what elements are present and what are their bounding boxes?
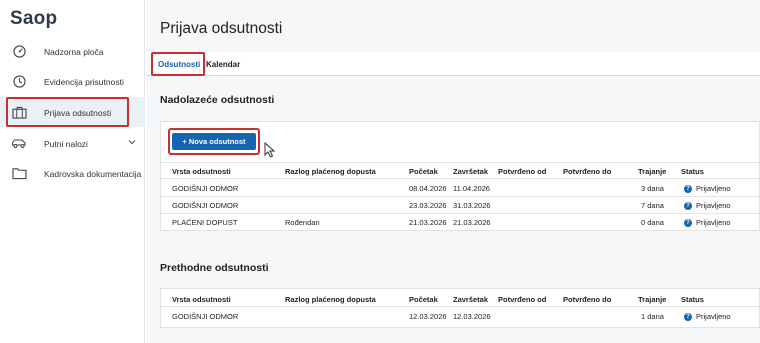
table-divider bbox=[160, 196, 760, 197]
cell-end: 12.03.2026 bbox=[453, 312, 491, 321]
header-reason: Razlog plaćenog dopusta bbox=[285, 295, 376, 304]
cell-start: 23.03.2026 bbox=[409, 201, 447, 210]
tab-kalendar[interactable]: Kalendar bbox=[206, 60, 240, 69]
header-type: Vrsta odsutnosti bbox=[172, 295, 231, 304]
cell-type: GODIŠNJI ODMOR bbox=[172, 201, 239, 210]
cell-end: 31.03.2026 bbox=[453, 201, 491, 210]
question-icon: ? bbox=[684, 312, 692, 321]
sidebar-item-label: Putni nalozi bbox=[44, 139, 88, 149]
status-badge: ? Prijavljeno bbox=[684, 201, 731, 210]
header-end: Završetak bbox=[453, 167, 489, 176]
tab-bar: Odsutnosti Kalendar bbox=[146, 52, 760, 76]
table-divider bbox=[160, 162, 760, 163]
car-icon bbox=[11, 135, 27, 151]
table-divider bbox=[160, 213, 760, 214]
previous-section-title: Prethodne odsutnosti bbox=[160, 262, 269, 274]
header-confirmed-to: Potvrđeno do bbox=[563, 295, 612, 304]
cell-start: 12.03.2026 bbox=[409, 312, 447, 321]
header-duration: Trajanje bbox=[638, 167, 667, 176]
cell-start: 21.03.2026 bbox=[409, 218, 447, 227]
upcoming-section-title: Nadolazeće odsutnosti bbox=[160, 94, 275, 106]
header-start: Početak bbox=[409, 167, 438, 176]
question-icon: ? bbox=[684, 184, 692, 193]
header-reason: Razlog plaćenog dopusta bbox=[285, 167, 376, 176]
status-label: Prijavljeno bbox=[696, 201, 731, 210]
cell-duration: 7 dana bbox=[641, 201, 664, 210]
sidebar-item-dashboard[interactable]: Nadzorna ploča bbox=[0, 36, 145, 66]
page-title: Prijava odsutnosti bbox=[160, 20, 283, 37]
sidebar-highlight-box bbox=[6, 97, 129, 127]
header-start: Početak bbox=[409, 295, 438, 304]
main-content: Prijava odsutnosti Odsutnosti Kalendar N… bbox=[146, 0, 760, 343]
cell-duration: 3 dana bbox=[641, 184, 664, 193]
status-badge: ? Prijavljeno bbox=[684, 218, 731, 227]
table-divider bbox=[160, 178, 760, 179]
folder-icon bbox=[11, 165, 27, 181]
mouse-cursor-icon bbox=[264, 141, 276, 158]
cell-type: PLAĆENI DOPUST bbox=[172, 218, 238, 227]
sidebar-item-label: Evidencija prisutnosti bbox=[44, 77, 124, 87]
status-label: Prijavljeno bbox=[696, 218, 731, 227]
tab-highlight-box bbox=[151, 52, 205, 76]
sidebar-item-hr-documents[interactable]: Kadrovska dokumentacija bbox=[0, 158, 145, 188]
cell-end: 11.04.2026 bbox=[453, 184, 490, 193]
status-label: Prijavljeno bbox=[696, 184, 731, 193]
sidebar-item-label: Kadrovska dokumentacija bbox=[44, 169, 142, 179]
previous-panel bbox=[160, 288, 760, 328]
header-status: Status bbox=[681, 167, 704, 176]
cell-type: GODIŠNJI ODMOR bbox=[172, 312, 239, 321]
header-confirmed-from: Potvrđeno od bbox=[498, 167, 547, 176]
header-status: Status bbox=[681, 295, 704, 304]
header-type: Vrsta odsutnosti bbox=[172, 167, 231, 176]
app-logo: Saop bbox=[10, 8, 58, 29]
header-confirmed-to: Potvrđeno do bbox=[563, 167, 612, 176]
cell-type: GODIŠNJI ODMOR bbox=[172, 184, 239, 193]
sidebar-item-travel-orders[interactable]: Putni nalozi bbox=[0, 128, 145, 158]
question-icon: ? bbox=[684, 201, 692, 210]
sidebar-item-attendance[interactable]: Evidencija prisutnosti bbox=[0, 66, 145, 96]
cell-duration: 0 dana bbox=[641, 218, 664, 227]
sidebar: Saop Nadzorna ploča Evidencija prisutnos… bbox=[0, 0, 145, 343]
dashboard-icon bbox=[11, 43, 27, 59]
header-end: Završetak bbox=[453, 295, 489, 304]
header-confirmed-from: Potvrđeno od bbox=[498, 295, 547, 304]
clock-icon bbox=[11, 73, 27, 89]
button-highlight-box bbox=[168, 128, 260, 155]
status-badge: ? Prijavljeno bbox=[684, 184, 731, 193]
cell-start: 08.04.2026 bbox=[409, 184, 447, 193]
header-duration: Trajanje bbox=[638, 295, 667, 304]
cell-duration: 1 dana bbox=[641, 312, 664, 321]
sidebar-item-label: Nadzorna ploča bbox=[44, 47, 104, 57]
cell-reason: Rođendan bbox=[285, 218, 320, 227]
cell-end: 21.03.2026 bbox=[453, 218, 491, 227]
question-icon: ? bbox=[684, 218, 692, 227]
status-badge: ? Prijavljeno bbox=[684, 312, 731, 321]
status-label: Prijavljeno bbox=[696, 312, 731, 321]
table-divider bbox=[160, 306, 760, 307]
chevron-down-icon[interactable] bbox=[127, 137, 137, 147]
